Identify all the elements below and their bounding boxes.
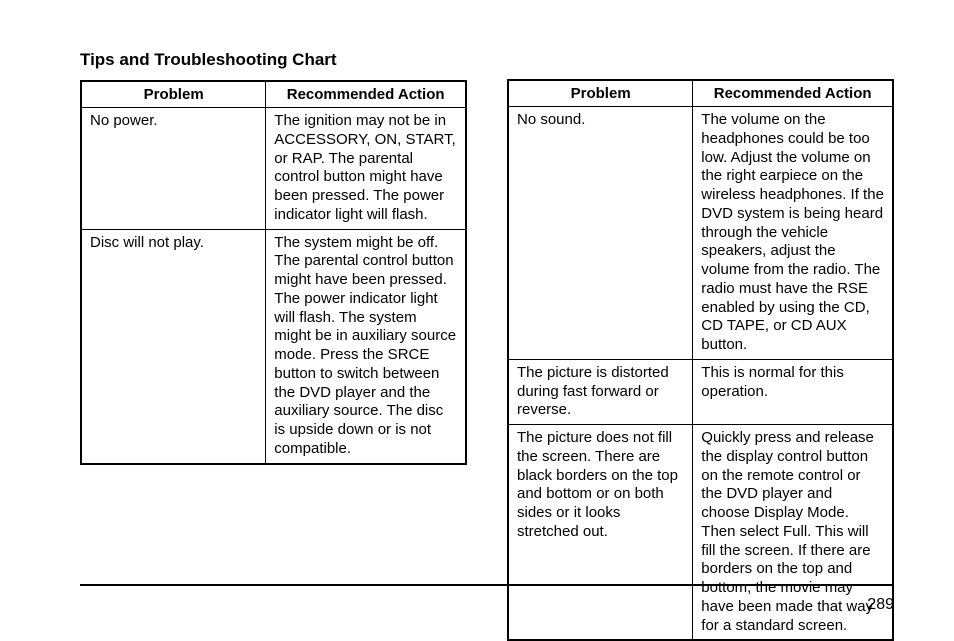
chart-title: Tips and Troubleshooting Chart xyxy=(80,50,467,70)
header-problem: Problem xyxy=(508,80,693,107)
spacer xyxy=(507,50,894,79)
cell-problem: The picture does not fill the screen. Th… xyxy=(508,425,693,641)
page-number: 289 xyxy=(867,596,894,614)
header-action: Recommended Action xyxy=(266,81,466,108)
cell-action: The volume on the headphones could be to… xyxy=(693,107,893,360)
cell-problem: The picture is distorted during fast for… xyxy=(508,359,693,424)
header-problem: Problem xyxy=(81,81,266,108)
cell-problem: No sound. xyxy=(508,107,693,360)
troubleshooting-table-left: Problem Recommended Action No power. The… xyxy=(80,80,467,465)
cell-problem: Disc will not play. xyxy=(81,229,266,464)
cell-action: Quickly press and release the display co… xyxy=(693,425,893,641)
cell-action: The ignition may not be in ACCESSORY, ON… xyxy=(266,108,466,230)
table-row: The picture is distorted during fast for… xyxy=(508,359,893,424)
table-row: No sound. The volume on the headphones c… xyxy=(508,107,893,360)
header-action: Recommended Action xyxy=(693,80,893,107)
troubleshooting-table-right: Problem Recommended Action No sound. The… xyxy=(507,79,894,641)
page-content: Tips and Troubleshooting Chart Problem R… xyxy=(0,0,954,641)
cell-action: This is normal for this operation. xyxy=(693,359,893,424)
cell-problem: No power. xyxy=(81,108,266,230)
table-row: Disc will not play. The system might be … xyxy=(81,229,466,464)
footer-divider xyxy=(80,584,894,587)
cell-action: The system might be off. The parental co… xyxy=(266,229,466,464)
table-row: No power. The ignition may not be in ACC… xyxy=(81,108,466,230)
right-column: Problem Recommended Action No sound. The… xyxy=(507,50,894,641)
left-column: Tips and Troubleshooting Chart Problem R… xyxy=(80,50,467,641)
table-row: The picture does not fill the screen. Th… xyxy=(508,425,893,641)
